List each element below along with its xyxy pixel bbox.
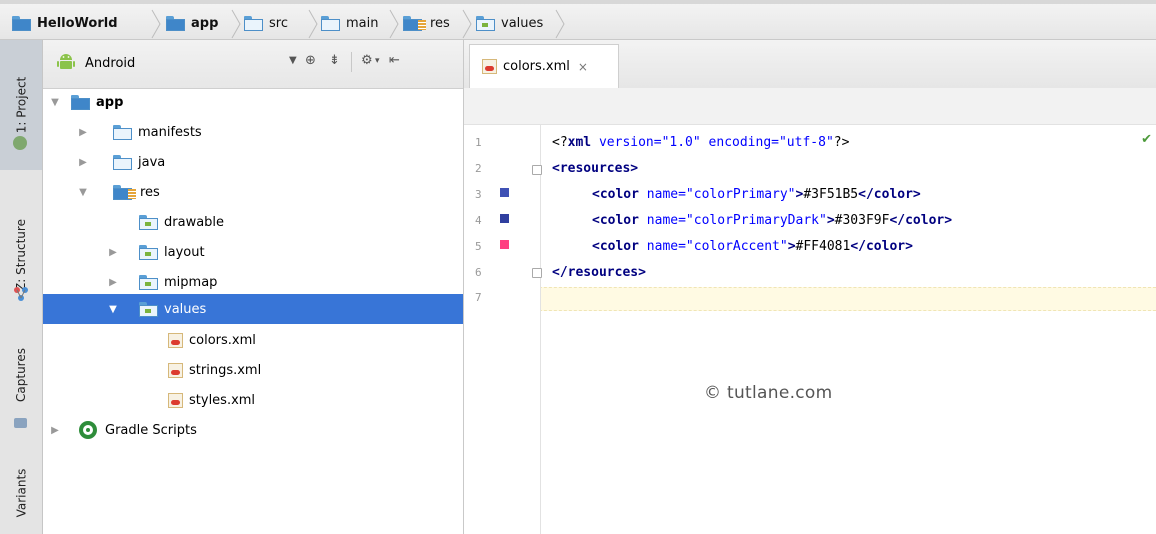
project-icon bbox=[13, 136, 27, 150]
resource-folder-icon bbox=[113, 185, 136, 200]
package-folder-icon bbox=[139, 275, 158, 290]
chevron-right-icon: ▶ bbox=[109, 246, 117, 258]
color-swatch-primary-dark[interactable] bbox=[500, 214, 509, 223]
line-number: 3 bbox=[475, 188, 482, 201]
tab-variants[interactable]: Variants bbox=[0, 455, 42, 530]
tree-item-manifests[interactable]: ▶ manifests bbox=[43, 117, 463, 147]
project-panel: Android ▼ ⊕ ⇟ ⚙ ▾ ⇤ ▼ app ▶ manifests ▶ … bbox=[43, 40, 464, 534]
editor-tab-bar: colors.xml × bbox=[464, 40, 1156, 89]
code-line-5[interactable]: <color name="colorAccent">#FF4081</color… bbox=[592, 239, 913, 254]
editor-notification-bar bbox=[464, 88, 1156, 125]
breadcrumb-separators bbox=[151, 9, 565, 39]
tab-project[interactable]: 1: Project bbox=[0, 40, 42, 170]
gear-dropdown-icon[interactable]: ▾ bbox=[375, 50, 380, 72]
editor-area: colors.xml × 1 2 3 4 5 6 7 <?xml version… bbox=[464, 40, 1156, 534]
line-number: 1 bbox=[475, 136, 482, 149]
tab-captures[interactable]: Captures bbox=[0, 330, 42, 420]
line-number: 7 bbox=[475, 291, 482, 304]
package-folder-icon bbox=[139, 215, 158, 230]
camera-icon bbox=[14, 418, 27, 428]
sync-icon[interactable]: ⊕ bbox=[305, 50, 316, 72]
chevron-right-icon: ▶ bbox=[79, 156, 87, 168]
xml-file-icon bbox=[168, 332, 183, 348]
folder-icon bbox=[113, 155, 132, 170]
code-line-1[interactable]: <?xml version="1.0" encoding="utf-8"?> bbox=[552, 135, 849, 150]
color-swatch-accent[interactable] bbox=[500, 240, 509, 249]
chevron-right-icon: ▶ bbox=[109, 276, 117, 288]
gradle-icon bbox=[79, 421, 97, 439]
fold-marker-icon[interactable] bbox=[532, 165, 542, 175]
folder-icon bbox=[113, 125, 132, 140]
tree-item-mipmap[interactable]: ▶ mipmap bbox=[43, 267, 463, 297]
tree-item-strings-xml[interactable]: strings.xml bbox=[43, 355, 463, 385]
toolbar-divider bbox=[351, 52, 352, 72]
chevron-right-icon: ▶ bbox=[51, 424, 59, 436]
tree-item-gradle-scripts[interactable]: ▶ Gradle Scripts bbox=[43, 415, 463, 445]
checkmark-icon: ✔ bbox=[1141, 132, 1152, 147]
gear-icon[interactable]: ⚙ bbox=[361, 50, 373, 72]
package-folder-icon bbox=[139, 245, 158, 260]
chevron-down-icon: ▼ bbox=[109, 303, 117, 315]
code-line-3[interactable]: <color name="colorPrimary">#3F51B5</colo… bbox=[592, 187, 921, 202]
code-line-4[interactable]: <color name="colorPrimaryDark">#303F9F</… bbox=[592, 213, 952, 228]
hide-panel-icon[interactable]: ⇤ bbox=[389, 50, 400, 72]
tree-item-app[interactable]: ▼ app bbox=[43, 87, 463, 117]
editor-gutter bbox=[464, 125, 541, 534]
collapse-icon[interactable]: ⇟ bbox=[329, 50, 340, 72]
tree-item-java[interactable]: ▶ java bbox=[43, 147, 463, 177]
view-mode-select[interactable]: Android bbox=[85, 56, 135, 71]
line-number: 2 bbox=[475, 162, 482, 175]
line-number: 4 bbox=[475, 214, 482, 227]
tab-colors-xml[interactable]: colors.xml × bbox=[469, 44, 619, 88]
project-panel-toolbar: Android ▼ ⊕ ⇟ ⚙ ▾ ⇤ bbox=[43, 40, 463, 89]
chevron-down-icon: ▼ bbox=[51, 96, 59, 108]
tree-item-drawable[interactable]: drawable bbox=[43, 207, 463, 237]
chevron-down-icon[interactable]: ▼ bbox=[289, 50, 297, 72]
breadcrumb: HelloWorld app src main res values bbox=[0, 0, 1156, 40]
watermark: © tutlane.com bbox=[704, 383, 833, 403]
tool-window-strip: 1: Project Z: Structure Captures Variant… bbox=[0, 40, 43, 534]
line-number: 5 bbox=[475, 240, 482, 253]
current-line-highlight bbox=[464, 287, 1156, 311]
color-swatch-primary[interactable] bbox=[500, 188, 509, 197]
xml-file-icon bbox=[482, 59, 497, 74]
android-icon bbox=[57, 54, 75, 69]
tree-item-styles-xml[interactable]: styles.xml bbox=[43, 385, 463, 415]
package-folder-icon bbox=[139, 302, 158, 317]
chevron-right-icon: ▶ bbox=[79, 126, 87, 138]
module-folder-icon bbox=[71, 95, 90, 110]
xml-file-icon bbox=[168, 392, 183, 408]
structure-icon bbox=[14, 287, 28, 301]
fold-marker-icon[interactable] bbox=[532, 268, 542, 278]
close-icon[interactable]: × bbox=[578, 60, 588, 74]
tree-item-layout[interactable]: ▶ layout bbox=[43, 237, 463, 267]
tree-item-values[interactable]: ▼ values bbox=[43, 294, 463, 324]
line-number: 6 bbox=[475, 266, 482, 279]
code-line-2[interactable]: <resources> bbox=[552, 161, 638, 176]
code-line-6[interactable]: </resources> bbox=[552, 265, 646, 280]
chevron-down-icon: ▼ bbox=[79, 186, 87, 198]
tree-item-colors-xml[interactable]: colors.xml bbox=[43, 325, 463, 355]
xml-file-icon bbox=[168, 362, 183, 378]
tree-item-res[interactable]: ▼ res bbox=[43, 177, 463, 207]
